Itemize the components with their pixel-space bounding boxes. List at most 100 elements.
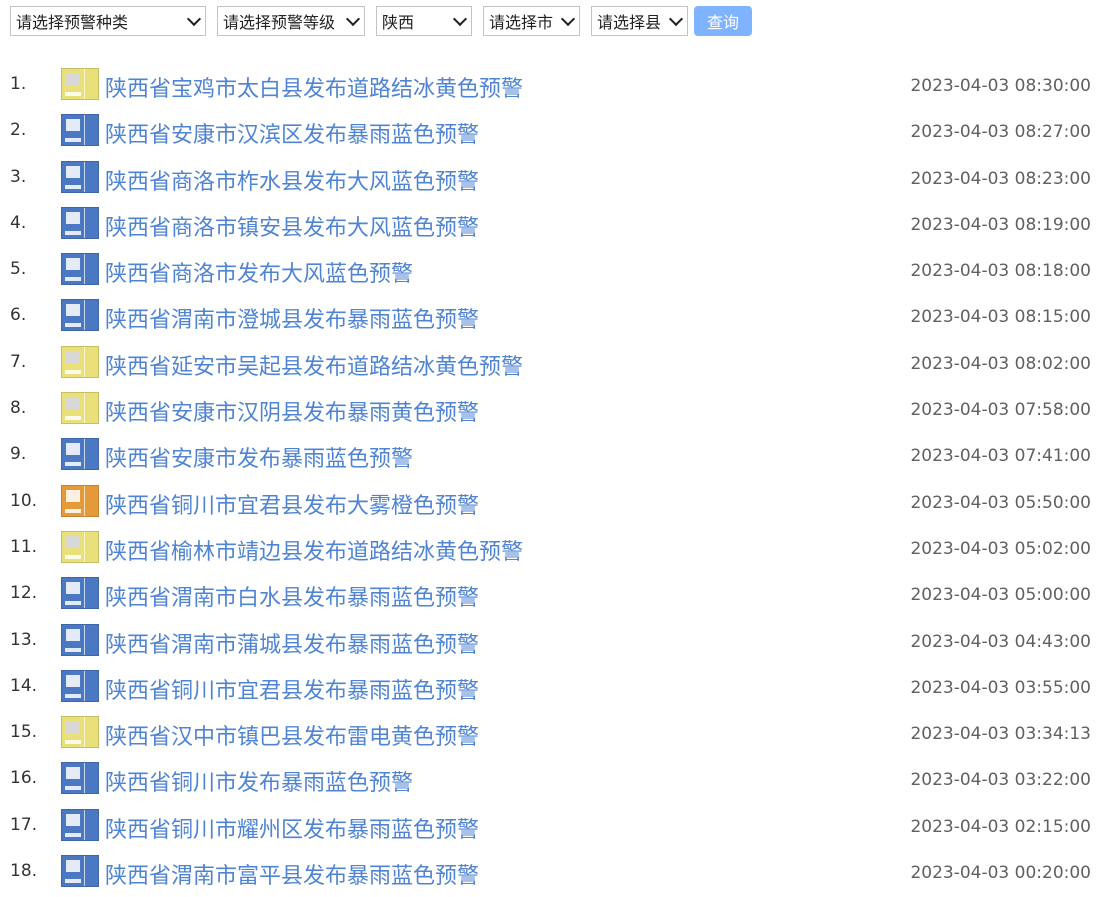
item-number: 16.: [10, 768, 38, 789]
rainstorm-blue-icon: [61, 855, 99, 888]
alert-title-link[interactable]: 陕西省汉中市镇巴县发布雷电黄色预警: [105, 719, 479, 751]
item-number: 6.: [10, 305, 27, 326]
alert-title-link[interactable]: 陕西省安康市汉阴县发布暴雨黄色预警: [105, 395, 479, 427]
rainstorm-blue-icon: [61, 623, 99, 656]
alert-time: 2023-04-03 07:58:00: [910, 400, 1091, 421]
list-item: 11. 陕西省榆林市靖边县发布道路结冰黄色预警 2023-04-03 05:02:0…: [0, 527, 1107, 573]
item-number: 5.: [10, 259, 27, 280]
item-number: 10.: [10, 490, 38, 511]
list-item: 4. 陕西省商洛市镇安县发布大风蓝色预警 2023-04-03 08:19:00: [0, 203, 1107, 249]
rainstorm-blue-icon: [61, 669, 99, 702]
rainstorm-blue-icon: [61, 114, 99, 147]
county-select[interactable]: 请选择县: [591, 6, 688, 36]
alert-title-link[interactable]: 陕西省榆林市靖边县发布道路结冰黄色预警: [105, 534, 523, 566]
chevron-down-icon: [560, 11, 576, 27]
road-icing-yellow-icon: [61, 530, 99, 563]
item-number: 4.: [10, 212, 27, 233]
alert-time: 2023-04-03 07:41:00: [910, 446, 1091, 467]
rainstorm-blue-icon: [61, 762, 99, 795]
list-item: 1. 陕西省宝鸡市太白县发布道路结冰黄色预警 2023-04-03 08:30:00: [0, 64, 1107, 110]
item-number: 17.: [10, 814, 38, 835]
alert-title-link[interactable]: 陕西省铜川市宜君县发布暴雨蓝色预警: [105, 673, 479, 705]
gale-blue-icon: [61, 206, 99, 239]
alert-time: 2023-04-03 02:15:00: [910, 816, 1091, 837]
rainstorm-yellow-icon: [61, 392, 99, 425]
item-number: 1.: [10, 74, 27, 94]
item-number: 9.: [10, 444, 27, 465]
alert-time: 2023-04-03 03:34:13: [910, 724, 1091, 745]
chevron-down-icon: [186, 11, 202, 27]
item-number: 2.: [10, 120, 27, 141]
alert-title-link[interactable]: 陕西省商洛市柞水县发布大风蓝色预警: [105, 164, 479, 196]
lightning-yellow-icon: [61, 716, 99, 749]
rainstorm-blue-icon: [61, 808, 99, 841]
alert-type-select[interactable]: 请选择预警种类: [10, 6, 206, 36]
list-item: 14. 陕西省铜川市宜君县发布暴雨蓝色预警 2023-04-03 03:55:00: [0, 666, 1107, 712]
alert-title-link[interactable]: 陕西省商洛市发布大风蓝色预警: [105, 256, 413, 288]
alert-time: 2023-04-03 08:27:00: [910, 122, 1091, 143]
alert-title-link[interactable]: 陕西省渭南市澄城县发布暴雨蓝色预警: [105, 302, 479, 334]
alert-type-select-label: 请选择预警种类: [16, 13, 129, 32]
query-button[interactable]: 查询: [694, 6, 752, 36]
list-item: 8. 陕西省安康市汉阴县发布暴雨黄色预警 2023-04-03 07:58:00: [0, 388, 1107, 434]
alert-title-link[interactable]: 陕西省渭南市富平县发布暴雨蓝色预警: [105, 858, 479, 890]
road-icing-yellow-icon: [61, 345, 99, 378]
city-select[interactable]: 请选择市: [483, 6, 580, 36]
item-number: 13.: [10, 629, 38, 650]
alert-title-link[interactable]: 陕西省安康市汉滨区发布暴雨蓝色预警: [105, 117, 479, 149]
list-item: 6. 陕西省渭南市澄城县发布暴雨蓝色预警 2023-04-03 08:15:00: [0, 295, 1107, 341]
item-number: 8.: [10, 398, 27, 419]
alert-title-link[interactable]: 陕西省铜川市耀州区发布暴雨蓝色预警: [105, 812, 479, 844]
list-item: 10. 陕西省铜川市宜君县发布大雾橙色预警 2023-04-03 05:50:00: [0, 481, 1107, 527]
chevron-down-icon: [345, 11, 361, 27]
item-number: 14.: [10, 675, 38, 696]
alert-time: 2023-04-03 04:43:00: [910, 631, 1091, 652]
item-number: 11.: [10, 536, 38, 557]
item-number: 12.: [10, 583, 38, 604]
gale-blue-icon: [61, 160, 99, 193]
alert-title-link[interactable]: 陕西省铜川市宜君县发布大雾橙色预警: [105, 488, 479, 520]
alert-time: 2023-04-03 05:50:00: [910, 492, 1091, 513]
list-item: 16. 陕西省铜川市发布暴雨蓝色预警 2023-04-03 03:22:00: [0, 758, 1107, 804]
county-select-label: 请选择县: [597, 13, 662, 32]
province-select[interactable]: 陕西: [376, 6, 472, 36]
list-item: 18. 陕西省渭南市富平县发布暴雨蓝色预警 2023-04-03 00:20:00: [0, 851, 1107, 897]
alert-title-link[interactable]: 陕西省商洛市镇安县发布大风蓝色预警: [105, 210, 479, 242]
rainstorm-blue-icon: [61, 438, 99, 471]
alert-title-link[interactable]: 陕西省安康市发布暴雨蓝色预警: [105, 441, 413, 473]
list-item: 3. 陕西省商洛市柞水县发布大风蓝色预警 2023-04-03 08:23:00: [0, 157, 1107, 203]
alert-time: 2023-04-03 08:02:00: [910, 353, 1091, 374]
alert-list: 1. 陕西省宝鸡市太白县发布道路结冰黄色预警 2023-04-03 08:30:00…: [0, 64, 1107, 897]
alert-time: 2023-04-03 08:15:00: [910, 307, 1091, 328]
chevron-down-icon: [452, 11, 468, 27]
city-select-label: 请选择市: [489, 13, 554, 32]
alert-title-link[interactable]: 陕西省渭南市蒲城县发布暴雨蓝色预警: [105, 627, 479, 659]
alert-time: 2023-04-03 05:00:00: [910, 585, 1091, 606]
alert-title-link[interactable]: 陕西省铜川市发布暴雨蓝色预警: [105, 765, 413, 797]
list-item: 17. 陕西省铜川市耀州区发布暴雨蓝色预警 2023-04-03 02:15:00: [0, 805, 1107, 851]
alert-title-link[interactable]: 陕西省宝鸡市太白县发布道路结冰黄色预警: [105, 71, 523, 103]
list-item: 9. 陕西省安康市发布暴雨蓝色预警 2023-04-03 07:41:00: [0, 434, 1107, 480]
item-number: 7.: [10, 351, 27, 372]
alert-level-select[interactable]: 请选择预警等级: [217, 6, 365, 36]
road-icing-yellow-icon: [61, 68, 99, 100]
item-number: 18.: [10, 861, 38, 882]
province-select-label: 陕西: [382, 13, 415, 32]
alert-time: 2023-04-03 08:23:00: [910, 168, 1091, 189]
item-number: 3.: [10, 166, 27, 187]
alert-time: 2023-04-03 08:30:00: [910, 76, 1091, 96]
alert-time: 2023-04-03 03:55:00: [910, 677, 1091, 698]
alert-time: 2023-04-03 08:19:00: [910, 214, 1091, 235]
alert-time: 2023-04-03 08:18:00: [910, 261, 1091, 282]
rainstorm-blue-icon: [61, 299, 99, 332]
alert-title-link[interactable]: 陕西省延安市吴起县发布道路结冰黄色预警: [105, 349, 523, 381]
alert-time: 2023-04-03 05:02:00: [910, 538, 1091, 559]
item-number: 15.: [10, 722, 38, 743]
alert-title-link[interactable]: 陕西省渭南市白水县发布暴雨蓝色预警: [105, 580, 479, 612]
fog-orange-icon: [61, 484, 99, 517]
rainstorm-blue-icon: [61, 577, 99, 610]
list-item: 13. 陕西省渭南市蒲城县发布暴雨蓝色预警 2023-04-03 04:43:00: [0, 620, 1107, 666]
list-item: 15. 陕西省汉中市镇巴县发布雷电黄色预警 2023-04-03 03:34:13: [0, 712, 1107, 758]
gale-blue-icon: [61, 253, 99, 286]
list-item: 12. 陕西省渭南市白水县发布暴雨蓝色预警 2023-04-03 05:00:00: [0, 573, 1107, 619]
